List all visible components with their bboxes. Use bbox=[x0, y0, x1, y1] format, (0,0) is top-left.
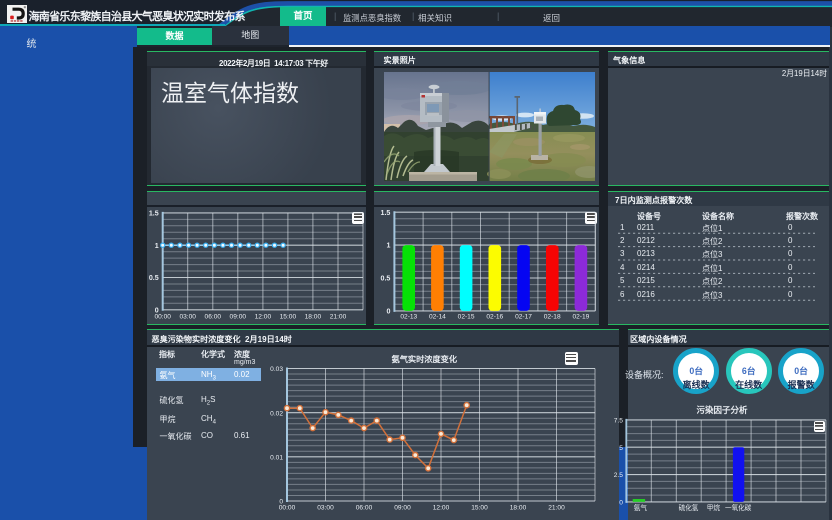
svg-text:0: 0 bbox=[619, 500, 623, 507]
